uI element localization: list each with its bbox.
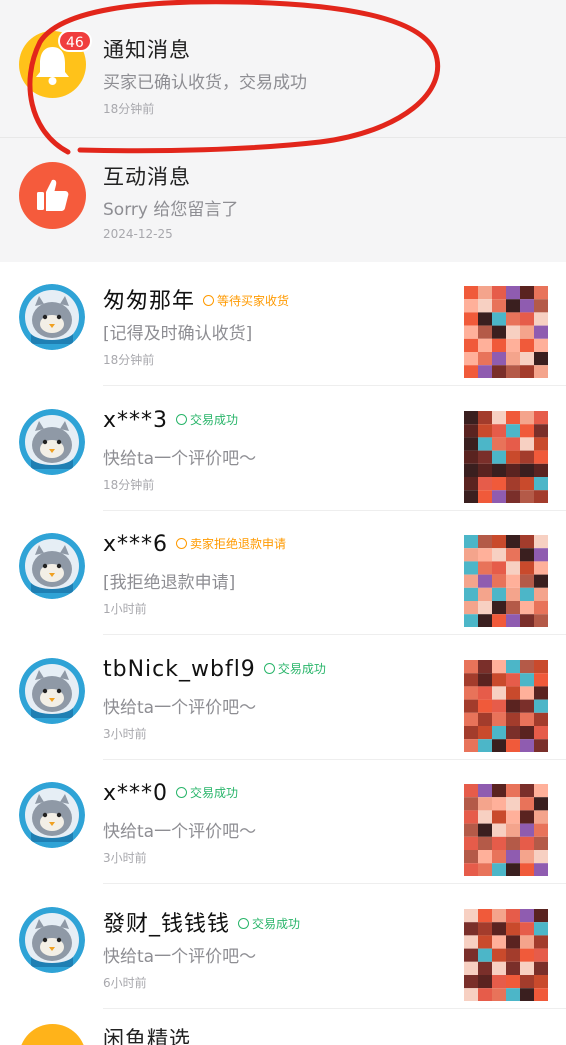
- interaction-time: 2024-12-25: [103, 227, 173, 241]
- product-thumbnail[interactable]: [464, 286, 548, 378]
- notification-title: 通知消息: [103, 38, 191, 62]
- message-time: 18分钟前: [103, 477, 155, 492]
- status-icon: [263, 662, 275, 674]
- notification-time: 18分钟前: [103, 102, 155, 116]
- divider: [103, 1007, 566, 1009]
- contact-name: x***0: [103, 781, 169, 806]
- chat-conversation-item[interactable]: 發财_钱钱钱 交易成功 快给ta一个评价吧～ 6小时前: [0, 884, 566, 1009]
- featured-title: 闲鱼精选: [103, 1027, 191, 1045]
- avatar: [19, 533, 85, 599]
- order-status-text: 交易成功: [190, 786, 239, 800]
- product-thumbnail[interactable]: [464, 908, 548, 1001]
- product-thumbnail[interactable]: [464, 410, 548, 503]
- avatar: [19, 906, 85, 973]
- status-icon: [238, 917, 250, 929]
- message-preview: 快给ta一个评价吧～: [103, 822, 257, 842]
- message-time: 3小时前: [103, 726, 147, 741]
- unread-count-badge: 46: [58, 30, 92, 52]
- status-icon: [176, 413, 188, 425]
- contact-name: tbNick_wbfl9: [103, 656, 256, 682]
- contact-name: 匆匆那年: [103, 289, 196, 314]
- thumbs-up-icon: [19, 162, 86, 229]
- order-status-tag: 等待买家收货: [203, 292, 289, 309]
- contact-name: x***6: [103, 532, 169, 557]
- message-time: 3小时前: [103, 851, 147, 865]
- order-status-text: 等待买家收货: [217, 294, 290, 308]
- message-preview: 快给ta一个评价吧～: [103, 697, 257, 718]
- order-status-text: 交易成功: [277, 661, 326, 676]
- chat-conversation-item[interactable]: x***0 交易成功 快给ta一个评价吧～ 3小时前: [0, 760, 566, 884]
- order-status-tag: 交易成功: [176, 784, 238, 801]
- order-status-tag: 交易成功: [238, 915, 300, 932]
- message-preview: [我拒绝退款申请]: [103, 573, 236, 593]
- order-status-tag: 卖家拒绝退款申请: [176, 535, 286, 552]
- avatar: [19, 782, 85, 848]
- contact-name: x***3: [103, 407, 169, 433]
- product-thumbnail[interactable]: [464, 535, 548, 627]
- message-preview: [记得及时确认收货]: [103, 324, 253, 344]
- chat-conversation-item[interactable]: 匆匆那年 等待买家收货 [记得及时确认收货] 18分钟前: [0, 262, 566, 386]
- product-thumbnail[interactable]: [464, 659, 548, 752]
- order-status-text: 卖家拒绝退款申请: [190, 537, 287, 551]
- chat-conversation-item[interactable]: tbNick_wbfl9 交易成功 快给ta一个评价吧～ 3小时前: [0, 635, 566, 760]
- order-status-tag: 交易成功: [263, 660, 326, 677]
- xianyu-featured-item[interactable]: 闲鱼精选: [0, 1020, 566, 1045]
- product-thumbnail[interactable]: [464, 784, 548, 876]
- message-time: 1小时前: [103, 602, 147, 616]
- status-icon: [203, 295, 215, 306]
- order-status-tag: 交易成功: [176, 411, 238, 428]
- interaction-message-item[interactable]: 互动消息 Sorry 给您留言了 2024-12-25: [0, 137, 566, 262]
- message-time: 6小时前: [103, 975, 147, 990]
- status-icon: [176, 538, 188, 549]
- notification-preview: 买家已确认收货，交易成功: [103, 73, 307, 93]
- featured-icon: [19, 1024, 86, 1045]
- message-time: 18分钟前: [103, 353, 155, 367]
- status-icon: [176, 787, 188, 798]
- avatar: [19, 284, 85, 350]
- chat-conversation-item[interactable]: x***3 交易成功 快给ta一个评价吧～ 18分钟前: [0, 386, 566, 511]
- chat-conversation-item[interactable]: x***6 卖家拒绝退款申请 [我拒绝退款申请] 1小时前: [0, 511, 566, 635]
- notification-message-item[interactable]: 46 通知消息 买家已确认收货，交易成功 18分钟前: [0, 0, 566, 137]
- interaction-title: 互动消息: [103, 165, 191, 189]
- avatar: [19, 657, 85, 724]
- message-preview: 快给ta一个评价吧～: [103, 946, 257, 967]
- message-preview: 快给ta一个评价吧～: [103, 448, 257, 469]
- interaction-preview: Sorry 给您留言了: [103, 200, 239, 220]
- order-status-text: 交易成功: [252, 916, 301, 931]
- avatar: [19, 408, 85, 475]
- order-status-text: 交易成功: [190, 412, 239, 427]
- contact-name: 發财_钱钱钱: [103, 911, 231, 937]
